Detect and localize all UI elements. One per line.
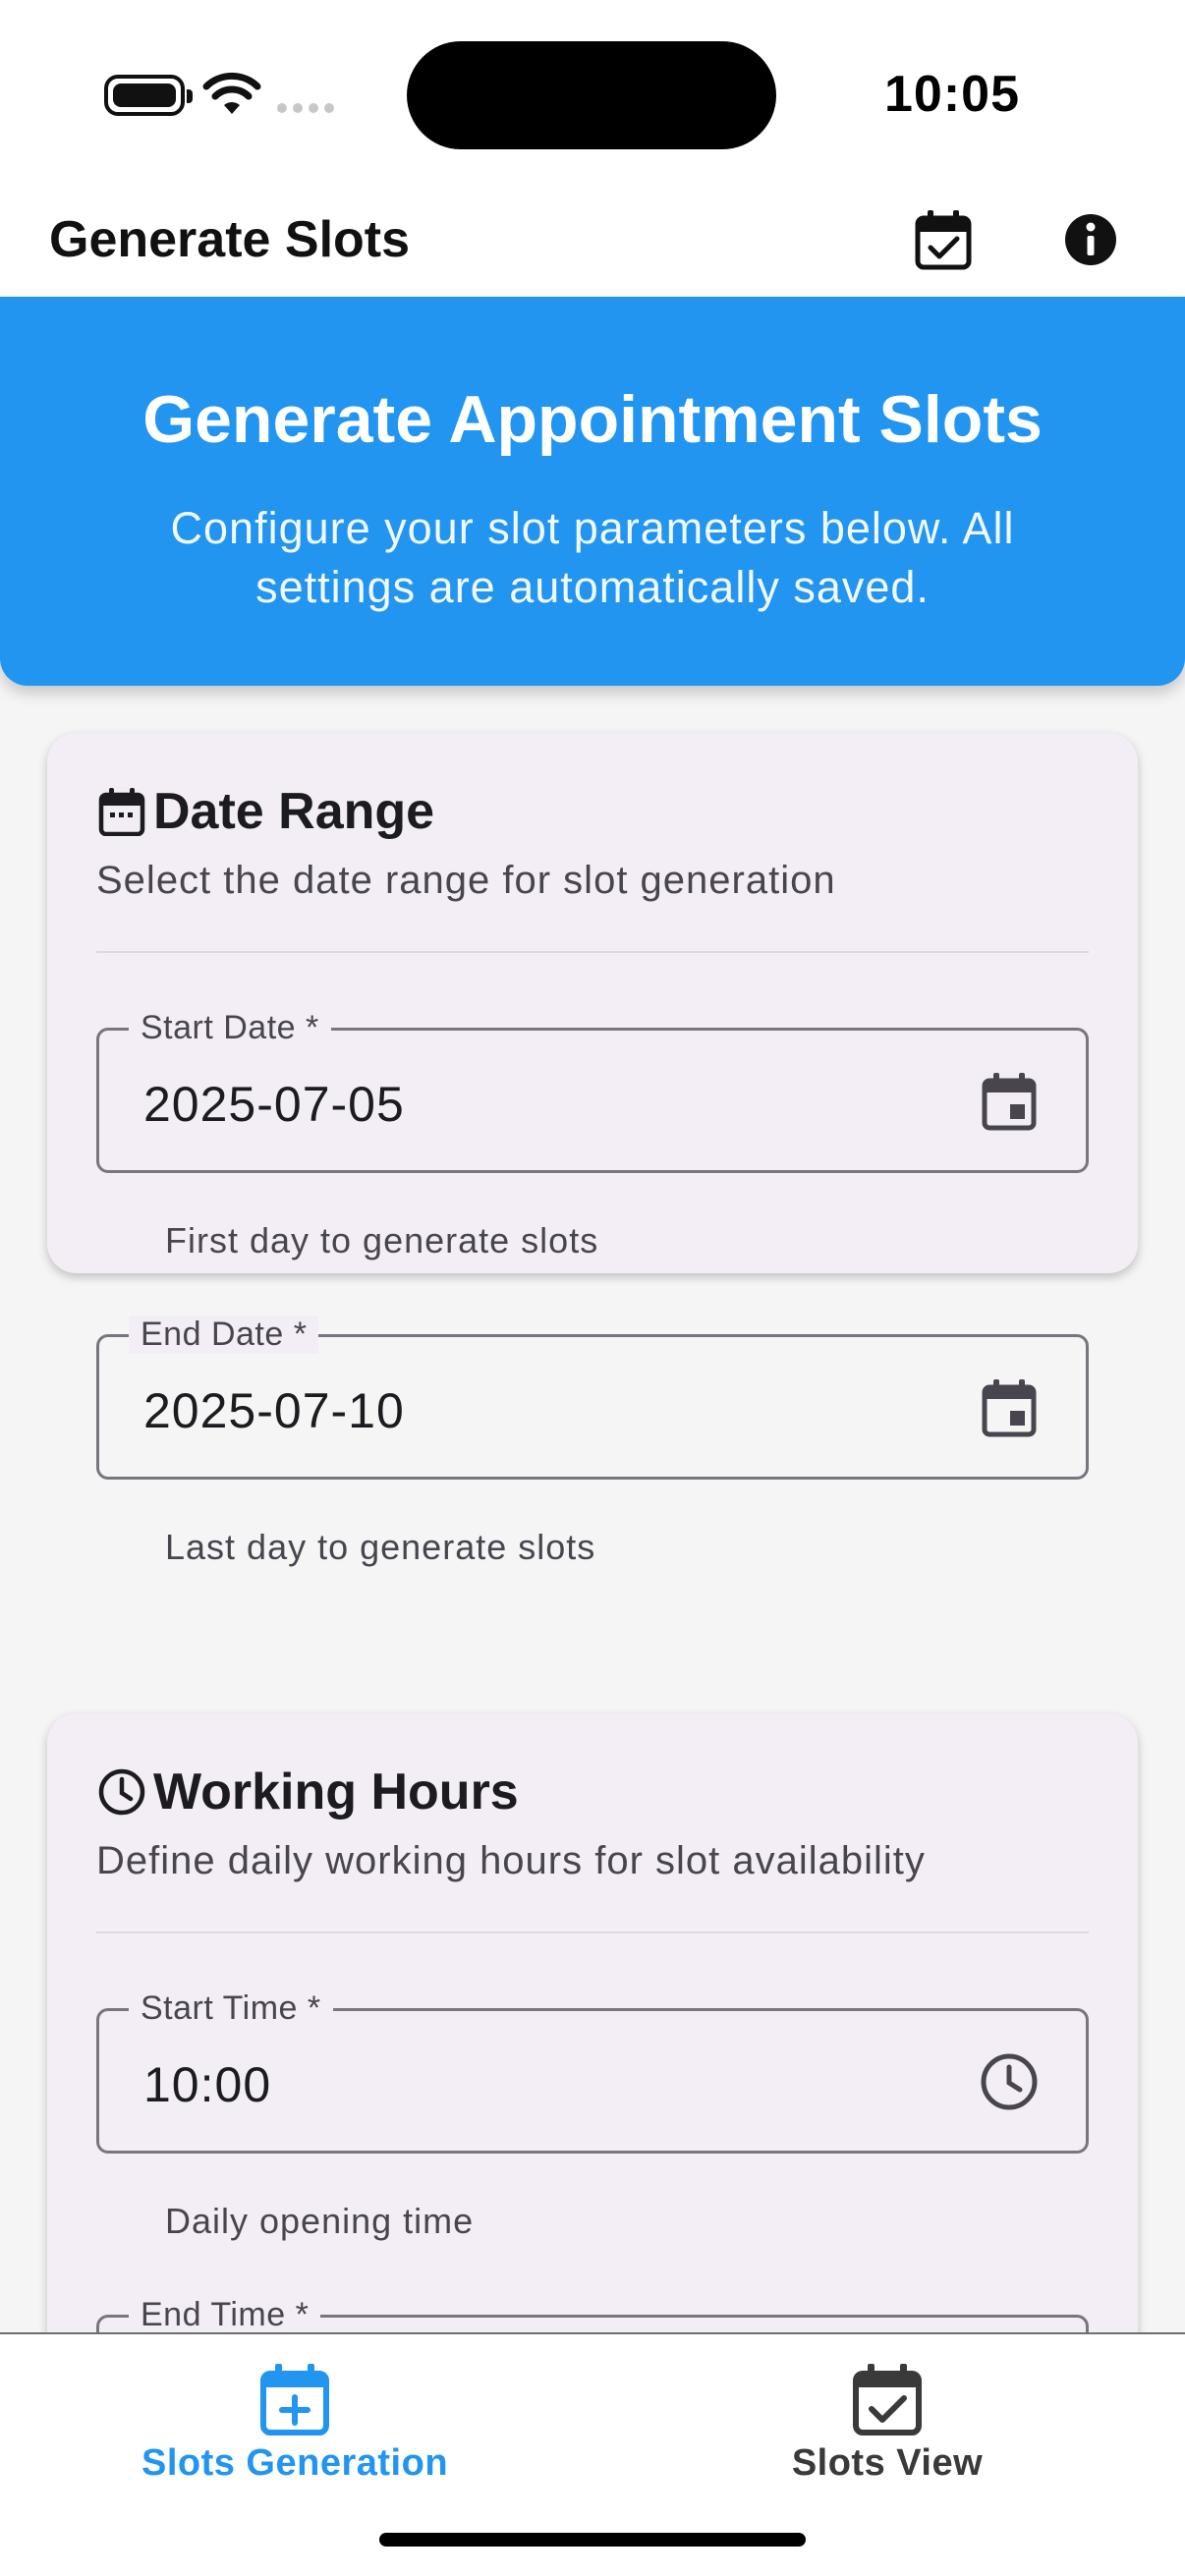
start-time-helper: Daily opening time [165, 2201, 475, 2241]
calendar-add-icon [260, 2364, 329, 2436]
nav-slots-generation-label: Slots Generation [141, 2442, 449, 2484]
end-time-label: End Time * [129, 2296, 321, 2334]
end-date-label: End Date * [129, 1316, 319, 1354]
end-date-value: 2025-07-10 [143, 1383, 405, 1438]
clock-icon [96, 1766, 147, 1818]
divider [96, 951, 1089, 953]
date-range-card: Date Range Select the date range for slo… [47, 733, 1138, 1567]
divider [96, 1932, 1089, 1933]
working-hours-description: Define daily working hours for slot avai… [96, 1839, 926, 1882]
calendar-today-icon[interactable] [976, 1068, 1043, 1135]
start-date-label: Start Date * [129, 1009, 331, 1047]
start-date-field[interactable]: Start Date * 2025-07-05 [96, 1009, 1089, 1173]
calendar-check-icon [853, 2364, 922, 2436]
start-time-label: Start Time * [129, 1989, 333, 2028]
calendar-check-icon[interactable] [908, 204, 979, 275]
working-hours-card: Working Hours Define daily working hours… [47, 1713, 1138, 2334]
header-banner: Generate Appointment Slots Configure you… [0, 297, 1185, 686]
page-title: Generate Slots [49, 211, 411, 268]
app-bar: Generate Slots [0, 187, 1185, 297]
start-time-field[interactable]: Start Time * 10:00 [96, 1989, 1089, 2154]
start-time-value: 10:00 [143, 2057, 272, 2112]
info-icon[interactable] [1055, 204, 1126, 275]
calendar-icon [96, 786, 147, 837]
banner-subtitle: Configure your slot parameters below. Al… [170, 503, 1015, 612]
clock-icon[interactable] [976, 2048, 1043, 2115]
banner-title: Generate Appointment Slots [142, 382, 1043, 457]
nav-slots-view[interactable]: Slots View [691, 2360, 1084, 2485]
cellular-signal-icon [277, 103, 334, 113]
calendar-today-icon[interactable] [976, 1374, 1043, 1441]
date-range-description: Select the date range for slot generatio… [96, 859, 836, 902]
status-time: 10:05 [884, 66, 1020, 123]
end-date-field[interactable]: End Date * 2025-07-10 [96, 1316, 1089, 1480]
home-indicator[interactable] [379, 2533, 806, 2547]
nav-slots-view-label: Slots View [791, 2442, 984, 2484]
battery-icon [104, 75, 193, 116]
date-range-title: Date Range [153, 783, 435, 840]
working-hours-title: Working Hours [153, 1764, 519, 1820]
status-bar: 10:05 [0, 0, 1185, 187]
end-date-helper: Last day to generate slots [165, 1527, 596, 1567]
date-range-header: Date Range [96, 782, 434, 841]
start-date-helper: First day to generate slots [165, 1220, 599, 1260]
start-date-value: 2025-07-05 [143, 1077, 405, 1132]
end-time-field[interactable]: End Time * [96, 2296, 1089, 2334]
wifi-icon [202, 72, 261, 114]
dynamic-island [407, 41, 776, 149]
working-hours-header: Working Hours [96, 1763, 519, 1821]
nav-slots-generation[interactable]: Slots Generation [98, 2360, 491, 2485]
